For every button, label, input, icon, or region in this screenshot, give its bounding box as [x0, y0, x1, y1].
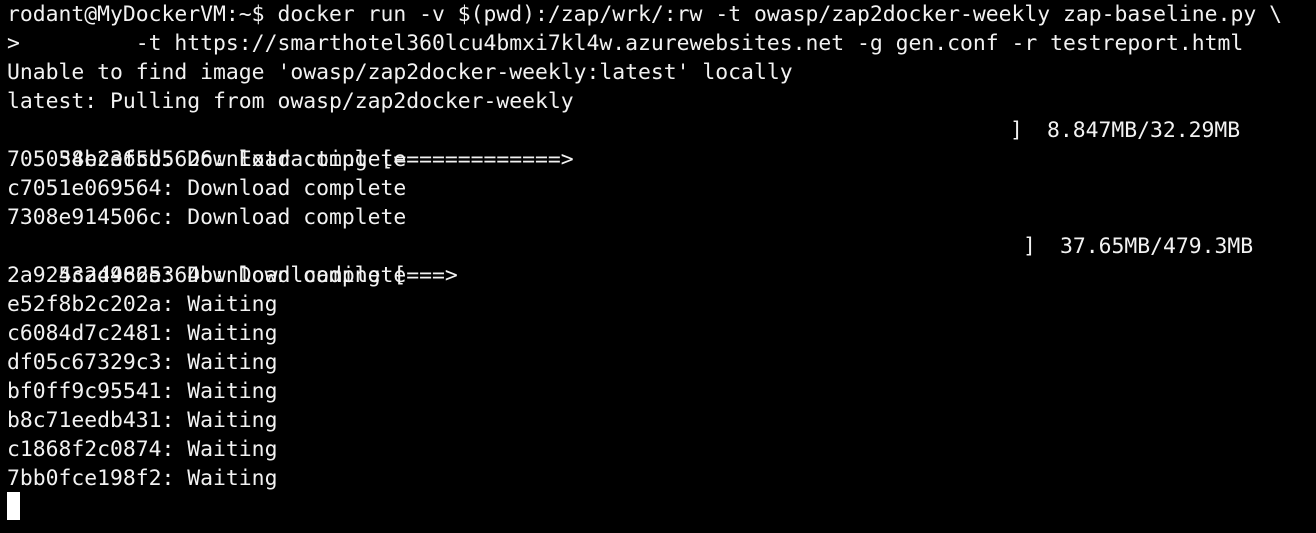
- layer-status-line: 705054bc3f5b: Download complete: [7, 147, 407, 172]
- layer-status-line: bf0ff9c95541: Waiting: [7, 379, 278, 404]
- progress-size: 37.65MB/479.3MB: [1060, 234, 1254, 259]
- command-continuation-line: > -t https://smarthotel360lcu4bmxi7kl4w.…: [7, 31, 1244, 56]
- text-cursor: [7, 492, 20, 520]
- layer-status-line: c1868f2c0874: Waiting: [7, 437, 278, 462]
- progress-bracket-close: ]: [1023, 234, 1036, 259]
- command-line: rodant@MyDockerVM:~$ docker run -v $(pwd…: [7, 0, 1316, 29]
- progress-line-extracting: 38e2e6cd5626: Extracting [=============>…: [7, 116, 1316, 172]
- layer-status-line: df05c67329c3: Waiting: [7, 350, 278, 375]
- layer-status-line: 7308e914506c: Download complete: [7, 205, 407, 230]
- layer-status-line: e52f8b2c202a: Waiting: [7, 292, 278, 317]
- progress-size: 8.847MB/32.29MB: [1047, 118, 1241, 143]
- progress-line-downloading: 4c2d4625364b: Downloading [===> ] 37.65M…: [7, 232, 1316, 288]
- progress-bracket-close: ]: [1010, 118, 1023, 143]
- command-text: docker run -v $(pwd):/zap/wrk/:rw -t owa…: [277, 2, 1282, 27]
- output-line: Unable to find image 'owasp/zap2docker-w…: [7, 60, 793, 85]
- shell-prompt: rodant@MyDockerVM:~$: [7, 2, 278, 27]
- layer-status-line: 7bb0fce198f2: Waiting: [7, 466, 278, 491]
- output-line: latest: Pulling from owasp/zap2docker-we…: [7, 89, 574, 114]
- layer-status-line: c7051e069564: Download complete: [7, 176, 407, 201]
- layer-status-line: 2a9253a4986e: Download complete: [7, 263, 407, 288]
- layer-status-line: b8c71eedb431: Waiting: [7, 408, 278, 433]
- layer-status-line: c6084d7c2481: Waiting: [7, 321, 278, 346]
- terminal-window[interactable]: rodant@MyDockerVM:~$ docker run -v $(pwd…: [0, 0, 1316, 533]
